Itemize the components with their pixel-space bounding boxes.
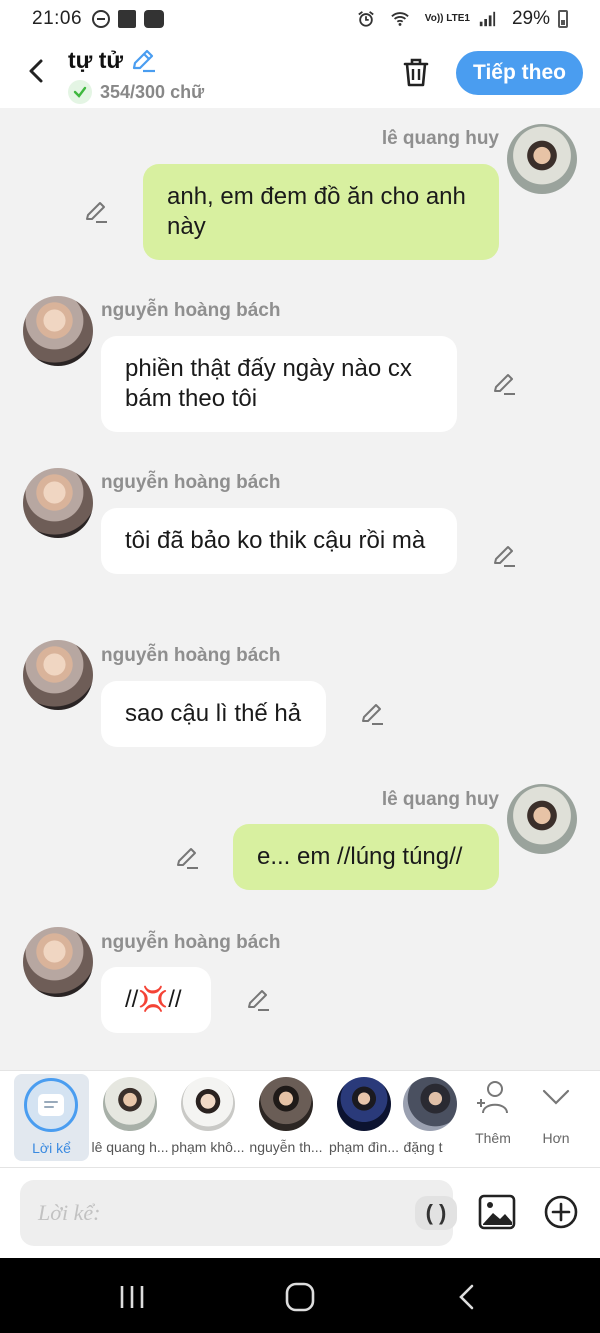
title-area: tự tử 354/300 chữ: [68, 46, 204, 104]
trash-icon[interactable]: [398, 54, 434, 90]
status-time: 21:06: [32, 8, 83, 29]
message-bubble[interactable]: tôi đã bảo ko thik cậu rồi mà: [101, 508, 457, 574]
battery-percent: 29%: [511, 8, 550, 29]
character-name: đặng t: [403, 1139, 443, 1155]
message-bubble[interactable]: anh, em đem đồ ăn cho anh này: [143, 164, 499, 260]
check-icon: [68, 80, 92, 104]
chat-area: lê quang huy anh, em đem đồ ăn cho anh n…: [0, 108, 600, 1070]
add-character-button[interactable]: Thêm: [465, 1077, 521, 1146]
character-name: phạm khô...: [171, 1139, 245, 1155]
edit-message-pencil-icon[interactable]: [244, 986, 272, 1014]
signal-icon: [479, 11, 496, 27]
more-button[interactable]: Hơn: [528, 1077, 584, 1146]
recent-apps-icon[interactable]: [116, 1282, 148, 1312]
sender-name: nguyễn hoàng bách: [101, 300, 281, 321]
status-bar: 21:06 Vo)) LTE1 29%: [0, 0, 600, 38]
character-picker: Lời kể lê quang h... phạm khô... nguyễn …: [0, 1070, 600, 1168]
character-option[interactable]: phạm khô...: [169, 1077, 247, 1155]
character-name: phạm đìn...: [328, 1139, 400, 1155]
action-parentheses-button[interactable]: ( ): [415, 1196, 457, 1230]
system-navigation-bar: [0, 1258, 600, 1333]
avatar-nguyen-hoang-bach[interactable]: [23, 927, 93, 997]
back-icon[interactable]: [452, 1282, 484, 1312]
sender-name: nguyễn hoàng bách: [101, 932, 281, 953]
avatar-nguyen-hoang-bach[interactable]: [23, 640, 93, 710]
word-count-text: 354/300 chữ: [100, 81, 205, 102]
character-option[interactable]: nguyễn th...: [247, 1077, 325, 1155]
network-type: Vo)) LTE1: [424, 13, 470, 24]
story-title[interactable]: tự tử: [68, 46, 204, 74]
narrator-label: Lời kể: [32, 1140, 71, 1156]
character-option[interactable]: đặng t: [403, 1077, 457, 1155]
input-placeholder: Lời kể:: [38, 1200, 101, 1225]
story-title-text: tự tử: [68, 46, 124, 73]
status-right: Vo)) LTE1 29%: [357, 8, 568, 30]
avatar-nguyen-hoang-bach[interactable]: [23, 296, 93, 366]
sender-name: nguyễn hoàng bách: [101, 472, 281, 493]
sender-name: lê quang huy: [381, 128, 499, 149]
character-option[interactable]: lê quang h...: [91, 1077, 169, 1155]
character-avatar: [103, 1077, 157, 1131]
home-icon[interactable]: [284, 1282, 316, 1312]
input-bar: Lời kể: ( ): [0, 1168, 600, 1258]
edit-message-pencil-icon[interactable]: [490, 370, 518, 398]
word-counter: 354/300 chữ: [68, 80, 204, 104]
story-header: tự tử 354/300 chữ Tiếp theo: [0, 38, 600, 108]
character-name: lê quang h...: [91, 1139, 169, 1155]
sender-name: nguyễn hoàng bách: [101, 645, 281, 666]
narration-input[interactable]: Lời kể: ( ): [20, 1180, 457, 1246]
character-name: nguyễn th...: [249, 1139, 323, 1155]
message-bubble[interactable]: phiền thật đấy ngày nào cx bám theo tôi: [101, 336, 457, 432]
character-avatar: [181, 1077, 235, 1131]
avatar-le-quang-huy[interactable]: [507, 124, 577, 194]
edit-title-pencil-icon[interactable]: [129, 46, 157, 74]
character-avatar: [337, 1077, 391, 1131]
character-avatar: [259, 1077, 313, 1131]
edit-message-pencil-icon[interactable]: [173, 844, 201, 872]
battery-icon: [558, 10, 568, 28]
do-not-disturb-icon: [92, 10, 111, 28]
back-arrow-icon[interactable]: [20, 54, 54, 88]
wifi-icon: [391, 12, 409, 26]
message-bubble[interactable]: e... em //lúng túng//: [233, 824, 499, 890]
add-person-icon: [477, 1081, 508, 1114]
edit-message-pencil-icon[interactable]: [490, 542, 518, 570]
chevron-down-icon: [542, 1089, 570, 1105]
youtube-notification-icon: [144, 10, 165, 28]
gallery-notification-icon: [118, 10, 137, 28]
character-avatar: [403, 1077, 457, 1131]
next-button[interactable]: Tiếp theo: [456, 51, 583, 95]
message-bubble[interactable]: //💢//: [101, 967, 211, 1033]
add-icon[interactable]: [543, 1194, 579, 1230]
message-bubble[interactable]: sao cậu lì thế hả: [101, 681, 326, 747]
avatar-nguyen-hoang-bach[interactable]: [23, 468, 93, 538]
character-option[interactable]: phạm đìn...: [325, 1077, 403, 1155]
narrator-icon: [24, 1078, 78, 1132]
narrator-option[interactable]: Lời kể: [14, 1074, 89, 1161]
more-label: Hơn: [542, 1130, 570, 1146]
sender-name: lê quang huy: [381, 789, 499, 810]
add-label: Thêm: [475, 1130, 511, 1146]
avatar-le-quang-huy[interactable]: [507, 784, 577, 854]
image-icon[interactable]: [478, 1194, 516, 1230]
edit-message-pencil-icon[interactable]: [82, 198, 110, 226]
alarm-icon: [358, 11, 374, 27]
edit-message-pencil-icon[interactable]: [358, 700, 386, 728]
